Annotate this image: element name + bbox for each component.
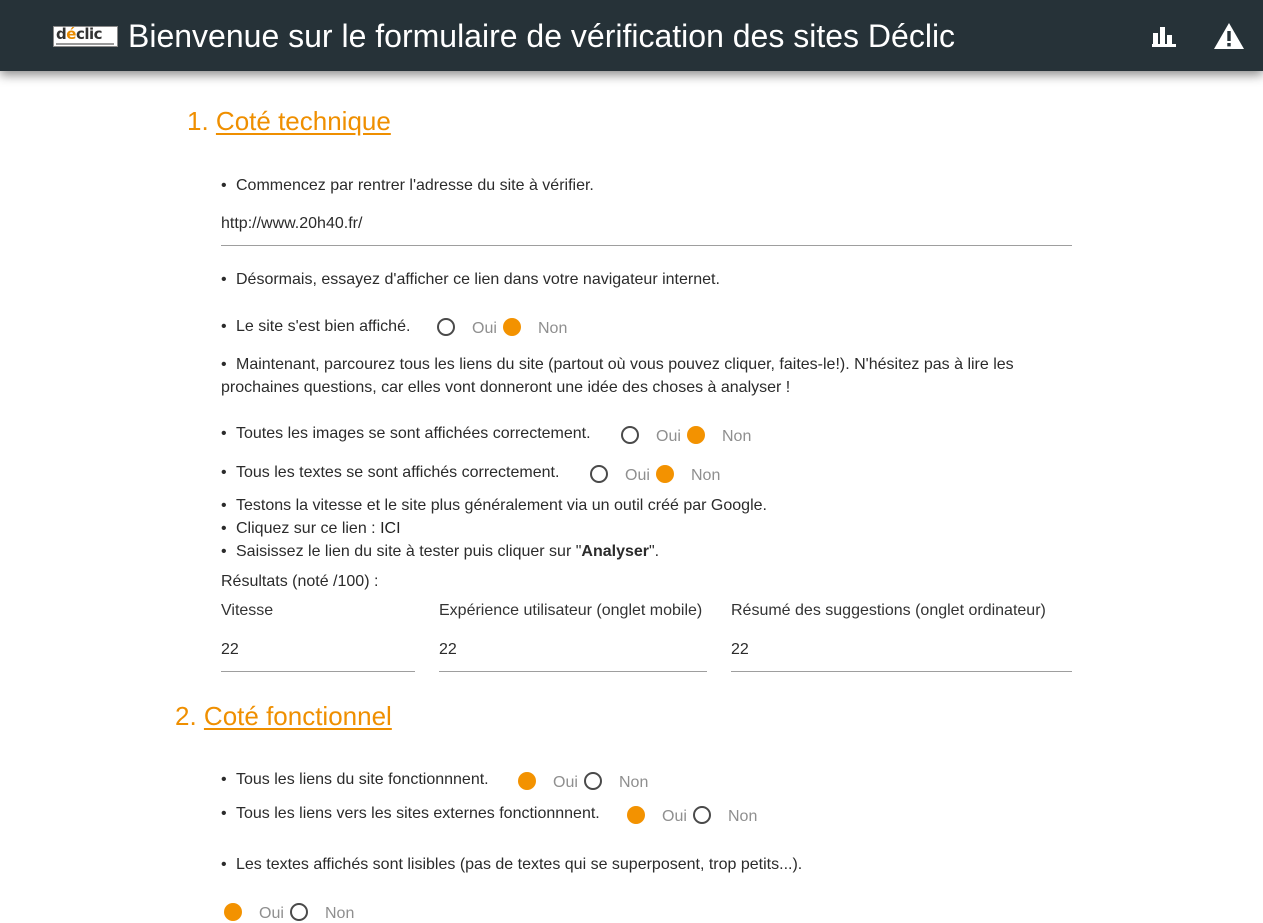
- pagespeed-link[interactable]: ICI: [380, 520, 400, 537]
- question-display-link: Désormais, essayez d'afficher ce lien da…: [221, 270, 720, 289]
- site-address-input[interactable]: [221, 212, 1072, 246]
- section-number: 1.: [187, 106, 209, 136]
- radio-site-displayed-non[interactable]: [503, 318, 521, 336]
- radio-label-non: Non: [538, 320, 568, 337]
- instruction-browse: • Maintenant, parcourez tous les liens du…: [221, 353, 1021, 399]
- declic-logo: déclic: [53, 26, 118, 47]
- page-title: Bienvenue sur le formulaire de vérificat…: [128, 18, 956, 54]
- section-title-functional: 2. Coté fonctionnel: [175, 701, 392, 731]
- question-address: Commencez par rentrer l'adresse du site …: [221, 176, 594, 195]
- radio-label-non: Non: [619, 774, 649, 791]
- radio-external-non[interactable]: [693, 806, 711, 824]
- radio-label-non: Non: [691, 467, 721, 484]
- instruction-speed: Testons la vitesse et le site plus génér…: [221, 496, 767, 515]
- radio-site-displayed-oui[interactable]: [437, 318, 455, 336]
- radio-texts-non[interactable]: [656, 465, 674, 483]
- result-label-speed: Vitesse: [221, 602, 274, 619]
- click-link-text: Cliquez sur ce lien :: [236, 520, 381, 537]
- radio-readable-non[interactable]: [290, 903, 308, 921]
- instruction-click-link: Cliquez sur ce lien : ICI: [221, 519, 400, 538]
- bullet: •: [221, 356, 227, 373]
- analyse-text-suffix: ".: [648, 543, 660, 560]
- instruction-analyse: Saisissez le lien du site à tester puis …: [221, 542, 660, 561]
- warning-icon[interactable]: [1213, 22, 1245, 50]
- radio-links-oui[interactable]: [518, 772, 536, 790]
- question-readable: Les textes affichés sont lisibles (pas d…: [221, 855, 802, 874]
- result-input-speed[interactable]: [221, 638, 415, 672]
- section-number: 2.: [175, 701, 197, 731]
- question-external-links: Tous les liens vers les sites externes f…: [221, 804, 600, 823]
- radio-label-oui: Oui: [656, 428, 681, 445]
- radio-label-oui: Oui: [662, 808, 687, 825]
- app-header: déclic Bienvenue sur le formulaire de vé…: [0, 0, 1263, 71]
- section-link-technical[interactable]: Coté technique: [216, 106, 391, 136]
- radio-external-oui[interactable]: [627, 806, 645, 824]
- result-input-ux[interactable]: [439, 638, 707, 672]
- result-label-ux: Expérience utilisateur (onglet mobile): [439, 602, 703, 619]
- section-title-technical: 1. Coté technique: [187, 106, 391, 136]
- radio-label-non: Non: [325, 905, 355, 922]
- results-label: Résultats (noté /100) :: [221, 573, 379, 590]
- radio-label-non: Non: [728, 808, 758, 825]
- question-images: Toutes les images se sont affichées corr…: [221, 424, 591, 443]
- section-link-functional[interactable]: Coté fonctionnel: [204, 701, 392, 731]
- question-site-displayed: Le site s'est bien affiché.: [221, 317, 410, 336]
- radio-label-oui: Oui: [472, 320, 497, 337]
- bar-chart-icon[interactable]: [1152, 25, 1176, 47]
- analyse-text-prefix: Saisissez le lien du site à tester puis …: [236, 543, 582, 560]
- radio-texts-oui[interactable]: [590, 465, 608, 483]
- result-label-suggestions: Résumé des suggestions (onglet ordinateu…: [731, 602, 1046, 619]
- radio-label-oui: Oui: [625, 467, 650, 484]
- result-input-suggestions[interactable]: [731, 638, 1072, 672]
- radio-images-oui[interactable]: [621, 426, 639, 444]
- question-texts: Tous les textes se sont affichés correct…: [221, 463, 559, 482]
- radio-label-non: Non: [722, 428, 752, 445]
- question-links: Tous les liens du site fonctionnnent.: [221, 770, 489, 789]
- radio-label-oui: Oui: [553, 774, 578, 791]
- radio-links-non[interactable]: [584, 772, 602, 790]
- analyse-text-bold: Analyser: [581, 543, 649, 560]
- radio-readable-oui[interactable]: [224, 903, 242, 921]
- radio-images-non[interactable]: [687, 426, 705, 444]
- radio-label-oui: Oui: [259, 905, 284, 922]
